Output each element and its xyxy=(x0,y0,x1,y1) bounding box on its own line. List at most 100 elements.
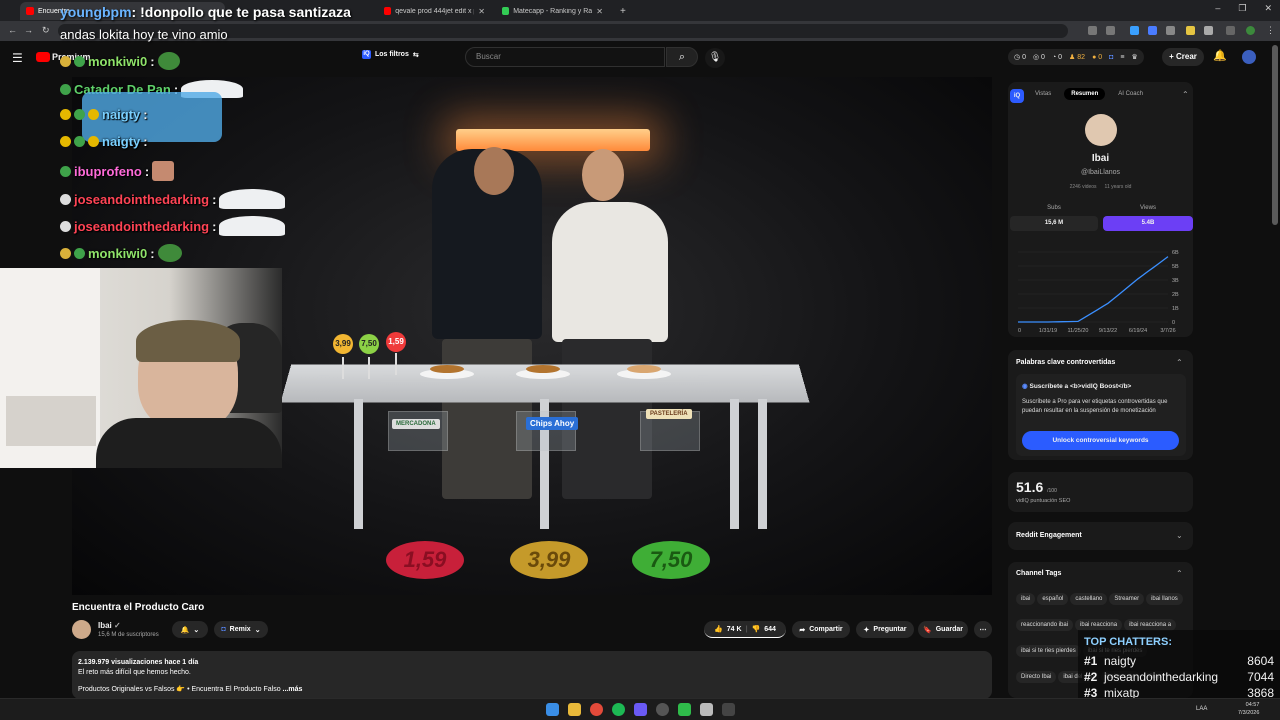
extensions-puzzle-icon[interactable] xyxy=(1204,26,1213,35)
channel-tag[interactable]: Streamer xyxy=(1109,593,1145,605)
views-growth-chart: 6B 5B 3B 2B 1B 0 0 1/31/19 11/25/20 9/13/22 6/19/… xyxy=(1018,250,1179,334)
extension-icon[interactable] xyxy=(1088,26,1097,35)
tab-ai-coach[interactable]: AI Coach xyxy=(1111,88,1150,100)
cookies xyxy=(627,365,661,373)
close-tab-icon[interactable]: ✕ xyxy=(478,7,485,16)
hamburger-menu-icon[interactable]: ☰ xyxy=(12,51,23,65)
thumbs-down-icon[interactable]: 👎 xyxy=(752,625,761,633)
chat-top-message: youngbpm: !donpollo que te pasa santizaz… xyxy=(60,4,351,20)
extension-icon[interactable] xyxy=(1130,26,1139,35)
subs-value[interactable]: 15,6 M xyxy=(1010,216,1098,231)
reload-icon[interactable]: ↻ xyxy=(42,25,50,36)
discord-icon[interactable] xyxy=(634,703,647,716)
language-indicator[interactable]: LAA xyxy=(1196,706,1207,712)
profile-icon[interactable] xyxy=(1246,26,1255,35)
vidiq-counters[interactable]: ◷ 0 ◎ 0 ◔ 0 ♟ 82 ● 0 ◘ ≡ ♛ xyxy=(1008,49,1144,65)
youtube-logo-icon[interactable] xyxy=(36,52,50,62)
tab-matecapp[interactable]: Matecapp - Ranking y Racha d ✕ xyxy=(496,2,608,20)
chat-username: ibuprofeno xyxy=(74,163,142,179)
forward-icon[interactable]: → xyxy=(24,25,33,35)
price-pin: 7,50 xyxy=(359,334,379,354)
badge-icon xyxy=(74,109,85,120)
dislike-count[interactable]: 644 xyxy=(764,626,776,633)
app-green-icon[interactable] xyxy=(678,703,691,716)
vidiq-channel-name: Ibai xyxy=(1091,153,1110,164)
channel-avatar[interactable] xyxy=(72,620,91,639)
extension-icon[interactable] xyxy=(1148,26,1157,35)
badge-icon xyxy=(60,55,71,67)
notifications-bell-icon[interactable]: 🔔 xyxy=(1213,49,1227,62)
badge-icon xyxy=(88,109,99,120)
chatter-count: 7044 xyxy=(1247,670,1274,684)
list-icon: ≡ xyxy=(1120,53,1125,61)
app-icon[interactable] xyxy=(722,703,735,716)
remix-button[interactable]: ◘ Remix ⌄ xyxy=(214,621,268,638)
channel-tag[interactable]: ibai xyxy=(1016,593,1036,605)
description-box[interactable]: 2.139.979 visualizaciones hace 1 día El … xyxy=(72,651,992,699)
more-actions-button[interactable]: ⋯ xyxy=(974,621,992,638)
collapse-icon[interactable]: ⌃ xyxy=(1176,569,1183,578)
channel-tag[interactable]: ibai llanos xyxy=(1146,593,1183,605)
comment-counter: ◔ 0 xyxy=(1051,53,1063,61)
bookmark-icon: 🔖 xyxy=(923,626,932,634)
clock[interactable]: 04:57 7/3/2026 xyxy=(1238,701,1259,717)
views-value[interactable]: 5.4B xyxy=(1103,216,1193,231)
channel-tag[interactable]: Directo Ibai xyxy=(1016,671,1057,683)
search-button[interactable]: ⌕ xyxy=(666,47,698,67)
sidebar-icon[interactable] xyxy=(1226,26,1235,35)
channel-tag[interactable]: reaccionando ibai xyxy=(1016,619,1074,631)
reddit-label[interactable]: Reddit Engagement xyxy=(1016,532,1082,539)
tab-qevale[interactable]: qevale prod 444jet edit x profe ✕ xyxy=(378,2,490,20)
start-windows-icon[interactable] xyxy=(546,703,559,716)
obs-icon[interactable] xyxy=(656,703,669,716)
channel-tag[interactable]: español xyxy=(1037,593,1069,605)
minimize-button[interactable]: – xyxy=(1215,3,1220,14)
create-button[interactable]: + Crear xyxy=(1162,48,1204,66)
account-avatar[interactable] xyxy=(1242,50,1256,64)
channel-tag[interactable]: ibai si te ries pierdes xyxy=(1016,645,1081,657)
close-tab-icon[interactable]: ✕ xyxy=(596,7,603,16)
close-window-button[interactable]: ✕ xyxy=(1264,3,1272,14)
like-count[interactable]: 74 K xyxy=(727,626,742,633)
search-input[interactable]: Buscar xyxy=(465,47,665,67)
ask-button[interactable]: ✦ Preguntar xyxy=(856,621,914,638)
brand-label: Chips Ahoy xyxy=(526,417,579,430)
floor-price: 3,99 xyxy=(510,541,588,579)
white-blob-emote-icon xyxy=(219,189,286,209)
thumbs-up-icon[interactable]: 👍 xyxy=(714,625,723,633)
menu-dots-icon[interactable]: ⋮ xyxy=(1266,25,1275,36)
chat-username: youngbpm xyxy=(60,4,132,20)
collapse-icon[interactable]: ⌃ xyxy=(1176,358,1183,367)
trophy-icon: ♛ xyxy=(1131,54,1138,61)
channel-name[interactable]: Ibai ✓ xyxy=(98,621,121,630)
chrome-icon[interactable] xyxy=(590,703,603,716)
channel-tag[interactable]: castellano xyxy=(1070,593,1108,605)
unlock-keywords-button[interactable]: Unlock controversial keywords xyxy=(1022,431,1179,450)
seo-score-max: /100 xyxy=(1047,488,1057,494)
tab-resumen[interactable]: Resumen xyxy=(1064,88,1106,100)
notifications-button[interactable]: 🔔 ⌄ xyxy=(172,621,208,638)
app-icon[interactable] xyxy=(700,703,713,716)
remix-label: Remix xyxy=(229,626,251,633)
extension-icon[interactable] xyxy=(1166,26,1175,35)
page-scrollbar[interactable] xyxy=(1272,45,1278,225)
extension-icon[interactable] xyxy=(1106,26,1115,35)
collapse-icon[interactable]: ⌃ xyxy=(1182,90,1189,99)
rank: #1 xyxy=(1084,654,1098,668)
back-icon[interactable]: ← xyxy=(8,25,17,35)
chevron-down-icon[interactable]: ⌄ xyxy=(1176,531,1183,540)
extension-icon[interactable] xyxy=(1186,26,1195,35)
maximize-button[interactable]: ❐ xyxy=(1238,3,1246,14)
new-tab-button[interactable]: + xyxy=(614,2,628,20)
save-button[interactable]: 🔖 Guardar xyxy=(918,621,968,638)
spotify-icon[interactable] xyxy=(612,703,625,716)
voice-search-button[interactable]: 🎙 xyxy=(705,48,725,68)
boost-title-text: Suscríbete a <b>vidIQ Boost</b> xyxy=(1029,383,1132,390)
show-more-link[interactable]: ...más xyxy=(283,686,303,693)
file-explorer-icon[interactable] xyxy=(568,703,581,716)
filters-button[interactable]: iQ Los filtros ⇆ xyxy=(362,50,419,59)
boost-title: ◉ Suscríbete a <b>vidIQ Boost</b> xyxy=(1022,382,1131,390)
tab-vistas[interactable]: Vistas xyxy=(1028,88,1058,100)
verified-icon: ✓ xyxy=(114,621,121,630)
share-button[interactable]: ➦ Compartir xyxy=(792,621,850,638)
